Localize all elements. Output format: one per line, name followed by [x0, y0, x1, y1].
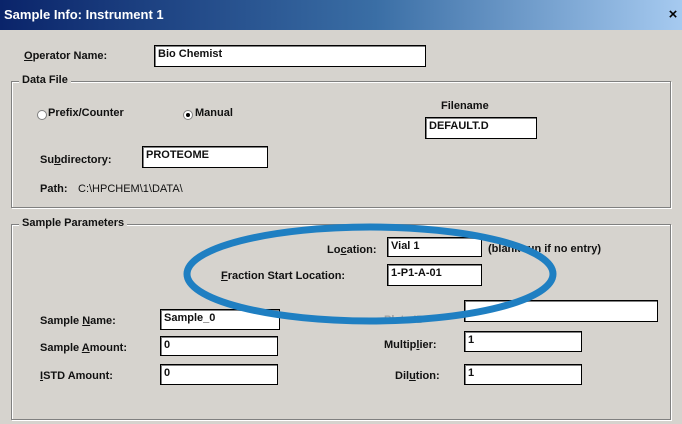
- prefix-counter-radio[interactable]: [37, 110, 47, 120]
- title-bar[interactable]: Sample Info: Instrument 1 ×: [0, 0, 682, 30]
- filename-input[interactable]: DEFAULT.D: [425, 117, 537, 139]
- prefix-counter-label[interactable]: Prefix/Counter: [48, 107, 124, 119]
- window-title: Sample Info: Instrument 1: [4, 7, 164, 22]
- dilution-label: Dilution:: [395, 370, 440, 382]
- filename-label: Filename: [441, 100, 489, 112]
- plate-id-input[interactable]: [464, 300, 658, 322]
- plate-id-label: Plate ID: [384, 314, 425, 326]
- close-button[interactable]: ×: [664, 6, 682, 24]
- manual-label[interactable]: Manual: [195, 107, 233, 119]
- istd-amount-label: ISTD Amount:: [40, 370, 113, 382]
- sample-amount-label: Sample Amount:: [40, 342, 127, 354]
- operator-name-input[interactable]: Bio Chemist: [154, 45, 426, 67]
- multiplier-input[interactable]: 1: [464, 331, 582, 352]
- fraction-start-location-label: Fraction Start Location:: [221, 270, 346, 282]
- dilution-input[interactable]: 1: [464, 364, 582, 385]
- sample-parameters-group-label: Sample Parameters: [19, 217, 128, 229]
- location-hint: (blank run if no entry): [488, 243, 602, 255]
- path-label: Path:: [40, 183, 68, 195]
- sample-name-input[interactable]: Sample_0: [160, 309, 280, 330]
- location-input[interactable]: Vial 1: [387, 237, 482, 257]
- path-value: C:\HPCHEM\1\DATA\: [78, 183, 183, 195]
- istd-amount-input[interactable]: 0: [160, 364, 278, 385]
- multiplier-label: Multiplier:: [384, 339, 437, 351]
- subdirectory-input[interactable]: PROTEOME: [142, 146, 268, 168]
- data-file-group-label: Data File: [19, 74, 71, 86]
- sample-info-dialog: Sample Info: Instrument 1 × Operator Nam…: [0, 0, 682, 424]
- sample-name-label: Sample Name:: [40, 315, 116, 327]
- sample-amount-input[interactable]: 0: [160, 336, 278, 356]
- subdirectory-label: Subdirectory:: [40, 154, 112, 166]
- fraction-start-location-input[interactable]: 1-P1-A-01: [387, 264, 482, 286]
- location-label: Location:: [327, 244, 377, 256]
- operator-name-label: Operator Name:: [24, 50, 108, 62]
- manual-radio[interactable]: [183, 110, 193, 120]
